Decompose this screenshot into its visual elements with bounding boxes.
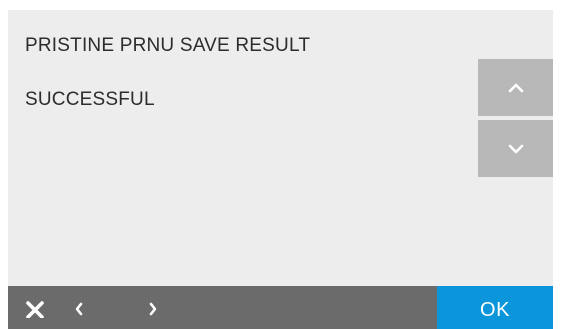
scroll-down-button[interactable] — [478, 120, 553, 177]
ok-button-label: OK — [480, 299, 510, 321]
scroll-up-button[interactable] — [478, 59, 553, 116]
close-button[interactable] — [20, 286, 50, 329]
back-button[interactable] — [68, 286, 90, 329]
chevron-down-icon — [508, 144, 523, 153]
close-icon — [26, 300, 44, 318]
chevron-up-icon — [508, 83, 523, 92]
ok-button[interactable]: OK — [437, 286, 553, 329]
result-status: SUCCESSFUL — [25, 89, 155, 110]
chevron-left-icon — [75, 302, 83, 315]
dialog-panel: PRISTINE PRNU SAVE RESULT SUCCESSFUL OK — [8, 10, 553, 329]
forward-button[interactable] — [142, 286, 164, 329]
footer-bar: OK — [8, 286, 553, 329]
chevron-right-icon — [149, 302, 157, 315]
page-title: PRISTINE PRNU SAVE RESULT — [25, 35, 311, 56]
